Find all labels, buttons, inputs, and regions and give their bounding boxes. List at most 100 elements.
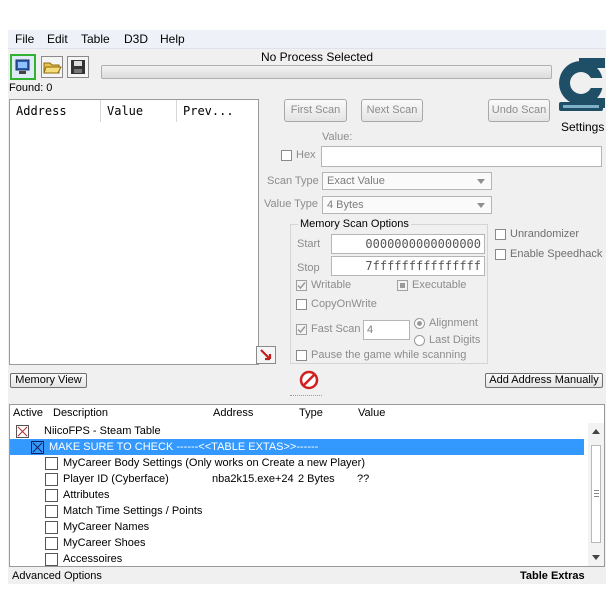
column-active[interactable]: Active	[13, 407, 43, 419]
menu-help[interactable]: Help	[160, 32, 185, 46]
value-input[interactable]	[321, 146, 602, 167]
save-button[interactable]	[67, 56, 89, 78]
stop-button[interactable]	[299, 370, 319, 390]
undo-scan-button[interactable]: Undo Scan	[488, 99, 550, 122]
copy-on-write-label: CopyOnWrite	[311, 298, 377, 310]
column-type[interactable]: Type	[299, 407, 323, 419]
row-description: Accessoires	[63, 553, 123, 565]
settings-link[interactable]: Settings	[561, 120, 604, 134]
advanced-options-link[interactable]: Advanced Options	[12, 570, 102, 582]
memory-scan-options-title: Memory Scan Options	[298, 218, 411, 230]
copy-on-write-checkbox[interactable]	[296, 299, 307, 310]
splitter-grip[interactable]	[290, 395, 322, 399]
next-scan-button[interactable]: Next Scan	[361, 99, 423, 122]
table-row[interactable]: MAKE SURE TO CHECK ------<<TABLE EXTAS>>…	[10, 439, 584, 455]
row-active-checkbox[interactable]	[45, 489, 58, 502]
scrollbar-thumb[interactable]	[591, 445, 601, 543]
start-address-input[interactable]: 0000000000000000	[331, 234, 485, 254]
select-process-button[interactable]	[10, 54, 36, 80]
row-active-checkbox[interactable]	[45, 473, 58, 486]
row-description: MyCareer Names	[63, 521, 150, 533]
last-digits-label: Last Digits	[429, 334, 481, 346]
folder-open-icon	[43, 62, 62, 74]
column-value[interactable]: Value	[101, 100, 177, 122]
row-description: Attributes	[63, 489, 110, 501]
column-address[interactable]: Address	[10, 100, 101, 122]
menu-edit[interactable]: Edit	[47, 32, 68, 46]
hex-label: Hex	[296, 149, 316, 161]
table-rows: NiicoFPS - Steam Table MAKE SURE TO CHECK…	[10, 423, 587, 567]
row-active-checkbox[interactable]	[45, 553, 58, 566]
scroll-down-icon[interactable]	[592, 555, 600, 560]
table-extras-link[interactable]: Table Extras	[520, 570, 585, 582]
value-type-label: Value Type	[264, 198, 319, 210]
alignment-radio[interactable]	[414, 318, 425, 329]
table-row[interactable]: NiicoFPS - Steam Table	[10, 423, 584, 439]
unrandomizer-label: Unrandomizer	[510, 228, 580, 240]
value-type-select[interactable]: 4 Bytes	[322, 196, 492, 214]
row-description: NiicoFPS - Steam Table	[44, 425, 161, 437]
row-active-checkbox[interactable]	[45, 505, 58, 518]
red-arrow-icon	[260, 349, 272, 361]
scroll-up-icon[interactable]	[592, 429, 600, 434]
scan-progress-bar	[101, 65, 552, 79]
row-active-checkbox[interactable]	[31, 441, 44, 454]
table-row[interactable]: Attributes	[10, 487, 584, 503]
memory-view-button[interactable]: Memory View	[10, 373, 87, 388]
scan-type-label: Scan Type	[267, 175, 319, 187]
row-description: Match Time Settings / Points	[63, 505, 203, 517]
chevron-down-icon	[477, 203, 485, 208]
stop-label: Stop	[297, 262, 320, 274]
column-previous[interactable]: Prev...	[177, 100, 258, 122]
table-row[interactable]: Match Time Settings / Points	[10, 503, 584, 519]
chevron-down-icon	[477, 179, 485, 184]
menu-table[interactable]: Table	[81, 32, 110, 46]
speedhack-checkbox[interactable]	[495, 249, 506, 260]
cheat-engine-logo[interactable]	[555, 53, 605, 117]
start-label: Start	[297, 238, 321, 250]
row-type: 2 Bytes	[298, 473, 335, 485]
pause-game-checkbox[interactable]	[296, 350, 307, 361]
table-row[interactable]: MyCareer Names	[10, 519, 584, 535]
row-active-checkbox[interactable]	[16, 425, 29, 438]
row-active-checkbox[interactable]	[45, 537, 58, 550]
scan-results-list[interactable]: Address Value Prev...	[9, 99, 259, 365]
executable-label: Executable	[412, 279, 467, 291]
first-scan-button[interactable]: First Scan	[284, 99, 347, 122]
cheat-engine-gear-icon	[559, 58, 605, 111]
scan-type-select[interactable]: Exact Value	[322, 172, 492, 190]
open-file-button[interactable]	[41, 56, 63, 78]
menu-bar: File Edit Table D3D Help	[8, 30, 606, 49]
table-row[interactable]: MyCareer Shoes	[10, 535, 584, 551]
row-active-checkbox[interactable]	[45, 457, 58, 470]
column-description[interactable]: Description	[53, 407, 108, 419]
table-scrollbar[interactable]	[588, 423, 604, 566]
hex-checkbox[interactable]	[281, 150, 292, 161]
table-row[interactable]: MyCareer Body Settings (Only works on Cr…	[10, 455, 584, 471]
fast-scan-checkbox[interactable]	[296, 324, 307, 335]
executable-checkbox[interactable]	[397, 280, 408, 291]
add-address-manually-button[interactable]: Add Address Manually	[485, 373, 603, 388]
speedhack-label: Enable Speedhack	[510, 248, 603, 260]
column-address[interactable]: Address	[213, 407, 253, 419]
checkmark-icon	[297, 326, 306, 334]
row-active-checkbox[interactable]	[45, 521, 58, 534]
row-description: Player ID (Cyberface)	[63, 473, 169, 485]
menu-d3d[interactable]: D3D	[124, 32, 148, 46]
pause-game-label: Pause the game while scanning	[311, 349, 467, 361]
menu-file[interactable]: File	[15, 32, 34, 46]
add-to-table-button[interactable]	[256, 346, 276, 364]
fast-scan-input[interactable]: 4	[363, 320, 410, 340]
writable-checkbox[interactable]	[296, 280, 307, 291]
table-row[interactable]: Player ID (Cyberface) nba2k15.exe+24 2 Byt…	[10, 471, 584, 487]
unrandomizer-checkbox[interactable]	[495, 229, 506, 240]
last-digits-radio[interactable]	[414, 335, 425, 346]
column-value[interactable]: Value	[358, 407, 385, 419]
computer-icon	[15, 59, 30, 74]
fast-scan-label: Fast Scan	[311, 323, 361, 335]
address-table[interactable]: Active Description Address Type Value Ni…	[9, 404, 605, 567]
table-row[interactable]: Accessoires	[10, 551, 584, 567]
value-label: Value:	[322, 131, 353, 143]
floppy-disk-icon	[71, 60, 85, 74]
stop-address-input[interactable]: 7fffffffffffffff	[331, 256, 485, 276]
